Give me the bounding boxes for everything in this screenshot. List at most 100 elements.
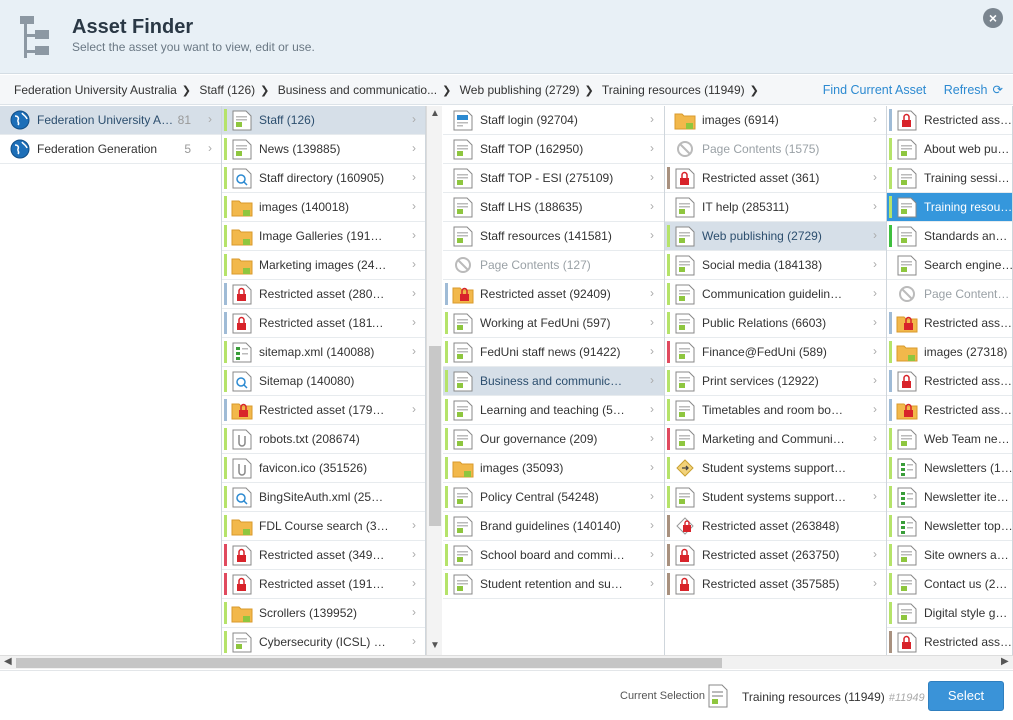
breadcrumb-item[interactable]: Web publishing (2729) xyxy=(460,83,580,97)
chevron-right-icon[interactable]: › xyxy=(412,286,416,300)
asset-row[interactable]: Staff TOP (162950)1› xyxy=(443,135,664,164)
scroll-left-icon[interactable]: ◀ xyxy=(4,656,12,667)
chevron-right-icon[interactable]: › xyxy=(873,402,877,416)
chevron-right-icon[interactable]: › xyxy=(412,199,416,213)
asset-row[interactable]: Policy Central (54248)9› xyxy=(443,483,664,512)
asset-row[interactable]: Web publishing (2729)19› xyxy=(665,222,886,251)
asset-row[interactable]: Newsletter topics xyxy=(887,512,1012,541)
asset-row[interactable]: Marketing images (245953)3› xyxy=(222,251,425,280)
asset-row[interactable]: images (27318) xyxy=(887,338,1012,367)
asset-row[interactable]: Contact us (2737) xyxy=(887,570,1012,599)
asset-row[interactable]: Public Relations (6603)19› xyxy=(665,309,886,338)
asset-row[interactable]: Social media (184138)17› xyxy=(665,251,886,280)
asset-row[interactable]: School board and committee...9› xyxy=(443,541,664,570)
asset-row[interactable]: Restricted asset (8 xyxy=(887,396,1012,425)
asset-row[interactable]: Sitemap (140080) xyxy=(222,367,425,396)
asset-row[interactable]: Newsletter items ( xyxy=(887,483,1012,512)
asset-row[interactable]: Print services (12922)8› xyxy=(665,367,886,396)
chevron-right-icon[interactable]: › xyxy=(650,547,654,561)
chevron-right-icon[interactable]: › xyxy=(873,286,877,300)
asset-row[interactable]: Restricted asset (263848) xyxy=(665,512,886,541)
chevron-right-icon[interactable]: › xyxy=(412,576,416,590)
chevron-right-icon[interactable]: › xyxy=(650,431,654,445)
asset-row[interactable]: Staff (126)17› xyxy=(222,106,425,135)
asset-row[interactable]: Search engine opt xyxy=(887,251,1012,280)
asset-row[interactable]: News (139885)15› xyxy=(222,135,425,164)
asset-row[interactable]: Marketing and Communicatio...9› xyxy=(665,425,886,454)
asset-row[interactable]: Student systems support (1...26› xyxy=(665,483,886,512)
asset-row[interactable]: Restricted asset (181161)5› xyxy=(222,309,425,338)
chevron-right-icon[interactable]: › xyxy=(650,112,654,126)
asset-row[interactable]: Restricted asset (191956)13› xyxy=(222,570,425,599)
scroll-down-icon[interactable]: ▼ xyxy=(427,640,443,651)
asset-row[interactable]: Timetables and room bookin...10› xyxy=(665,396,886,425)
asset-row[interactable]: Student retention and succe...13› xyxy=(443,570,664,599)
chevron-right-icon[interactable]: › xyxy=(873,199,877,213)
asset-row[interactable]: Staff resources (141581)26› xyxy=(443,222,664,251)
close-button[interactable]: × xyxy=(983,8,1003,28)
find-current-asset-link[interactable]: Find Current Asset xyxy=(823,83,927,97)
chevron-right-icon[interactable]: › xyxy=(412,228,416,242)
breadcrumb-item[interactable]: Federation University Australia xyxy=(14,83,177,97)
asset-row[interactable]: Brand guidelines (140140)9› xyxy=(443,512,664,541)
breadcrumb-item[interactable]: Business and communicatio... xyxy=(278,83,437,97)
scroll-right-icon[interactable]: ▶ xyxy=(1001,656,1009,667)
asset-row[interactable]: FedUni staff news (91422)9› xyxy=(443,338,664,367)
asset-row[interactable]: Newsletters (1256 xyxy=(887,454,1012,483)
vertical-scrollbar[interactable]: ▲ ▼ xyxy=(426,106,442,655)
asset-row[interactable]: Site owners and v xyxy=(887,541,1012,570)
asset-row[interactable]: Staff directory (160905)4› xyxy=(222,164,425,193)
asset-row[interactable]: Restricted asset (179182)64› xyxy=(222,396,425,425)
asset-row[interactable]: favicon.ico (351526) xyxy=(222,454,425,483)
scroll-up-icon[interactable]: ▲ xyxy=(427,108,443,119)
chevron-right-icon[interactable]: › xyxy=(412,315,416,329)
chevron-right-icon[interactable]: › xyxy=(208,112,212,126)
asset-row[interactable]: Staff TOP - ESI (275109)1› xyxy=(443,164,664,193)
asset-row[interactable]: Restricted asset (2 xyxy=(887,309,1012,338)
chevron-right-icon[interactable]: › xyxy=(412,344,416,358)
asset-row[interactable]: Web Team newsle xyxy=(887,425,1012,454)
asset-row[interactable]: Cybersecurity (ICSL) (1...20› xyxy=(222,628,425,655)
asset-row[interactable]: Restricted asset (34995)14› xyxy=(222,541,425,570)
asset-row[interactable]: Restricted asset (5 xyxy=(887,106,1012,135)
select-button[interactable]: Select xyxy=(928,681,1004,711)
asset-row[interactable]: Restricted asset (3 xyxy=(887,367,1012,396)
chevron-right-icon[interactable]: › xyxy=(650,170,654,184)
asset-row[interactable]: images (6914)2› xyxy=(665,106,886,135)
chevron-right-icon[interactable]: › xyxy=(650,489,654,503)
asset-row[interactable]: Federation University Austr... 81 › xyxy=(0,106,221,135)
chevron-right-icon[interactable]: › xyxy=(650,199,654,213)
asset-row[interactable]: Working at FedUni (597)13› xyxy=(443,309,664,338)
asset-row[interactable]: Training sessions xyxy=(887,164,1012,193)
asset-row[interactable]: Training resources xyxy=(887,193,1012,222)
asset-row[interactable]: sitemap.xml (140088)5› xyxy=(222,338,425,367)
chevron-right-icon[interactable]: › xyxy=(650,460,654,474)
asset-row[interactable]: Restricted asset (280962)7› xyxy=(222,280,425,309)
asset-row[interactable]: Scrollers (139952)4› xyxy=(222,599,425,628)
chevron-right-icon[interactable]: › xyxy=(650,373,654,387)
chevron-right-icon[interactable]: › xyxy=(412,170,416,184)
asset-row[interactable]: Restricted asset (357585)9› xyxy=(665,570,886,599)
asset-row[interactable]: IT help (285311)19› xyxy=(665,193,886,222)
breadcrumb-item[interactable]: Training resources (11949) xyxy=(602,83,745,97)
chevron-right-icon[interactable]: › xyxy=(412,257,416,271)
chevron-right-icon[interactable]: › xyxy=(650,141,654,155)
asset-row[interactable]: Image Galleries (191575)5› xyxy=(222,222,425,251)
asset-row[interactable]: BingSiteAuth.xml (251810) xyxy=(222,483,425,512)
asset-row[interactable]: Federation Generation 5 › xyxy=(0,135,221,164)
asset-row[interactable]: images (140018)51› xyxy=(222,193,425,222)
asset-row[interactable]: Restricted asset (92409)2› xyxy=(443,280,664,309)
chevron-right-icon[interactable]: › xyxy=(412,112,416,126)
asset-row[interactable]: Student systems support (S... xyxy=(665,454,886,483)
asset-row[interactable]: Restricted asset ( xyxy=(887,628,1012,655)
chevron-right-icon[interactable]: › xyxy=(650,228,654,242)
asset-row[interactable]: Learning and teaching (593)13› xyxy=(443,396,664,425)
chevron-right-icon[interactable]: › xyxy=(873,170,877,184)
chevron-right-icon[interactable]: › xyxy=(208,141,212,155)
horizontal-scrollbar[interactable]: ◀ ▶ xyxy=(0,655,1013,669)
asset-row[interactable]: Staff LHS (188635)4› xyxy=(443,193,664,222)
asset-row[interactable]: Business and communicatio...17› xyxy=(443,367,664,396)
asset-row[interactable]: FDL Course search (307...4› xyxy=(222,512,425,541)
chevron-right-icon[interactable]: › xyxy=(873,373,877,387)
asset-row[interactable]: Communication guidelines (3...8› xyxy=(665,280,886,309)
